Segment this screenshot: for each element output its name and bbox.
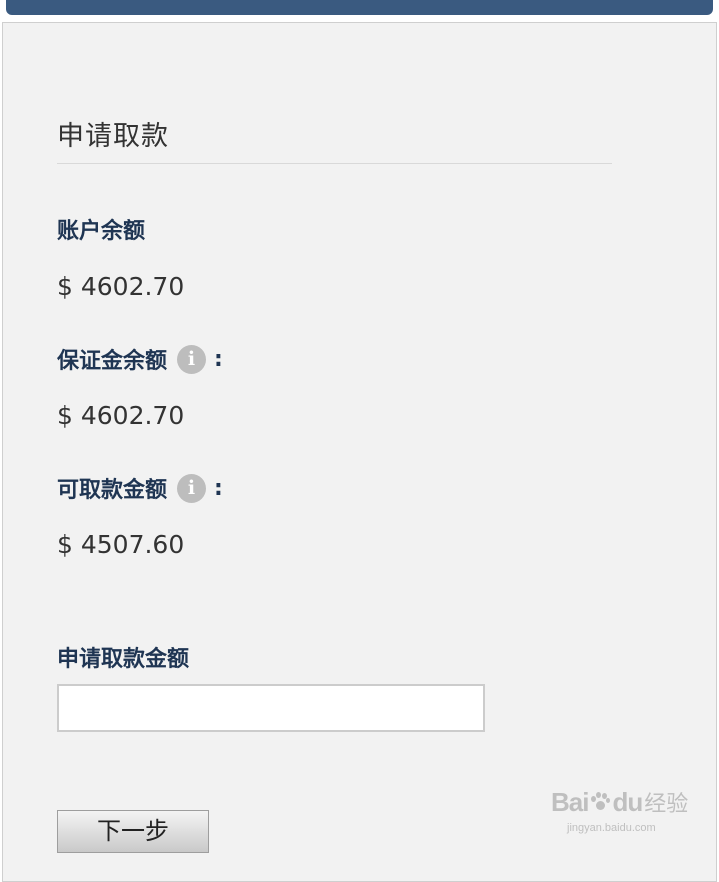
withdraw-amount-label: 申请取款金额 (57, 641, 189, 673)
watermark-brand-left: Bai (551, 786, 589, 817)
account-balance-label: 账户余额 (57, 213, 145, 245)
watermark-brand-cn: 经验 (644, 792, 689, 817)
baidu-watermark: Bai du 经验 (551, 786, 688, 818)
watermark-brand-right: du (612, 786, 643, 817)
withdrawable-amount-colon: : (214, 475, 223, 501)
page-title: 申请取款 (57, 121, 169, 152)
withdrawable-amount-label: 可取款金额 i : (57, 472, 223, 504)
account-balance-label-text: 账户余额 (57, 219, 146, 244)
margin-balance-value: $ 4602.70 (57, 401, 185, 430)
watermark-url: jingyan.baidu.com (567, 822, 656, 834)
margin-balance-colon: : (214, 346, 223, 372)
title-divider (57, 163, 612, 164)
next-step-button[interactable]: 下一步 (57, 810, 209, 853)
paw-icon (590, 792, 611, 812)
info-icon[interactable]: i (177, 473, 207, 503)
header-bar (6, 0, 713, 15)
withdraw-amount-label-text: 申请取款金额 (57, 647, 190, 672)
withdrawable-amount-label-text: 可取款金额 (57, 478, 168, 503)
info-icon[interactable]: i (177, 344, 207, 374)
account-balance-value: $ 4602.70 (57, 272, 185, 301)
margin-balance-label-text: 保证金余额 (57, 349, 168, 374)
margin-balance-label: 保证金余额 i : (57, 343, 223, 375)
withdraw-amount-input[interactable] (57, 684, 485, 732)
withdrawable-amount-value: $ 4507.60 (57, 530, 185, 559)
